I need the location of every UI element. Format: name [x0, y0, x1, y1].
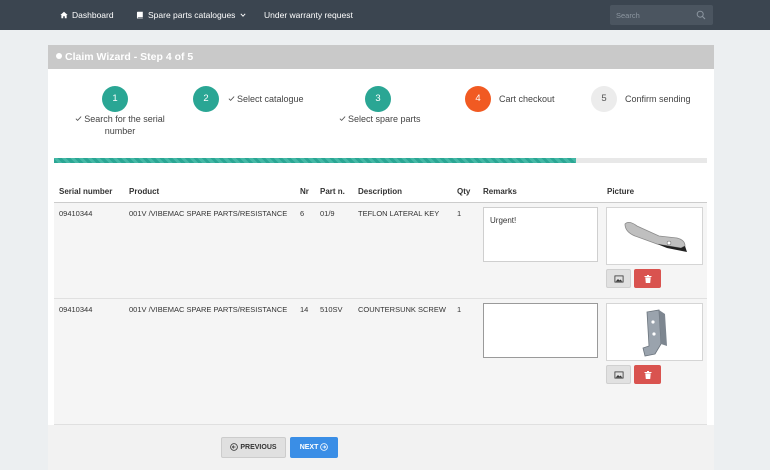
trash-icon [644, 370, 651, 379]
cell-nr: 6 [300, 209, 305, 218]
book-icon [136, 11, 143, 19]
col-header-picture: Picture [607, 187, 635, 196]
previous-button-label: PREVIOUS [240, 444, 277, 451]
part-picture[interactable] [606, 303, 703, 361]
upload-image-button[interactable] [606, 269, 631, 288]
step-1-label: Search for the serial number [72, 113, 168, 137]
col-header-qty: Qty [457, 187, 471, 196]
teflon-key-image [624, 222, 687, 252]
wizard-footer: PREVIOUS NEXT [48, 425, 714, 470]
col-header-serial: Serial number [59, 187, 113, 196]
cell-qty: 1 [457, 209, 462, 218]
cell-description: COUNTERSUNK SCREW [358, 305, 446, 314]
step-3-circle[interactable]: 3 [365, 86, 391, 112]
previous-button[interactable]: PREVIOUS [221, 437, 286, 458]
arrow-left-circle-icon [230, 443, 239, 451]
nav-spare-parts-dropdown[interactable]: Spare parts catalogues [136, 0, 246, 30]
remarks-input[interactable] [483, 303, 598, 358]
search-box [610, 5, 713, 25]
col-header-part: Part n. [320, 187, 345, 196]
nav-dashboard-link[interactable]: Dashboard [60, 0, 114, 30]
nav-spare-parts-label: Spare parts catalogues [148, 10, 236, 20]
col-header-product: Product [129, 187, 160, 196]
remarks-input[interactable]: Urgent! [483, 207, 598, 262]
wizard-progress-bar [54, 158, 707, 163]
claim-wizard-panel: Claim Wizard - Step 4 of 5 1 Search for … [48, 45, 714, 470]
upload-image-button[interactable] [606, 365, 631, 384]
cell-product: 001V /VIBEMAC SPARE PARTS/RESISTANCE [129, 209, 288, 218]
check-icon [228, 96, 235, 102]
col-header-nr: Nr [300, 187, 309, 196]
cell-description: TEFLON LATERAL KEY [358, 209, 440, 218]
next-button[interactable]: NEXT [290, 437, 338, 458]
step-5-label: Confirm sending [625, 94, 691, 104]
nav-warranty-link[interactable]: Under warranty request [264, 0, 353, 30]
check-icon [339, 116, 346, 122]
search-icon[interactable] [696, 10, 706, 20]
step-2-label-text: Select catalogue [237, 94, 304, 104]
step-4-label: Cart checkout [499, 94, 555, 104]
step-1-circle[interactable]: 1 [102, 86, 128, 112]
col-header-remarks: Remarks [483, 187, 517, 196]
step-1-label-line2: number [104, 126, 136, 136]
next-button-label: NEXT [299, 444, 319, 451]
wizard-progress-fill [54, 158, 577, 163]
step-3-label: Select spare parts [339, 113, 421, 125]
panel-header: Claim Wizard - Step 4 of 5 [48, 45, 714, 69]
panel-title-text: Claim Wizard - Step 4 of 5 [65, 51, 194, 63]
cell-part: 510SV [320, 305, 343, 314]
arrow-right-circle-icon [320, 443, 329, 451]
trash-icon [644, 274, 651, 283]
image-icon [614, 275, 623, 282]
bullet-icon [56, 53, 62, 59]
home-icon [60, 11, 68, 19]
cell-qty: 1 [457, 305, 462, 314]
chevron-down-icon [240, 13, 246, 17]
cell-serial: 09410344 [59, 305, 93, 314]
col-header-description: Description [358, 187, 403, 196]
cell-part: 01/9 [320, 209, 335, 218]
step-5-circle[interactable]: 5 [591, 86, 617, 112]
step-2-circle[interactable]: 2 [193, 86, 219, 112]
nav-warranty-label: Under warranty request [264, 10, 353, 20]
cell-serial: 09410344 [59, 209, 93, 218]
cell-nr: 14 [300, 305, 309, 314]
panel-title: Claim Wizard - Step 4 of 5 [56, 45, 193, 69]
delete-row-button[interactable] [634, 269, 661, 288]
nav-dashboard-label: Dashboard [72, 10, 114, 20]
step-4-circle[interactable]: 4 [465, 86, 491, 112]
cell-product: 001V /VIBEMAC SPARE PARTS/RESISTANCE [129, 305, 288, 314]
step-3-label-text: Select spare parts [348, 114, 421, 124]
image-icon [614, 371, 623, 378]
step-2-label: Select catalogue [228, 93, 304, 105]
top-navbar: Dashboard Spare parts catalogues Under w… [0, 0, 770, 30]
countersunk-screw-image [642, 309, 667, 357]
step-1-label-line1: Search for the serial [84, 114, 165, 124]
delete-row-button[interactable] [634, 365, 661, 384]
search-input[interactable] [616, 9, 696, 21]
check-icon [75, 116, 82, 122]
part-picture[interactable] [606, 207, 703, 265]
